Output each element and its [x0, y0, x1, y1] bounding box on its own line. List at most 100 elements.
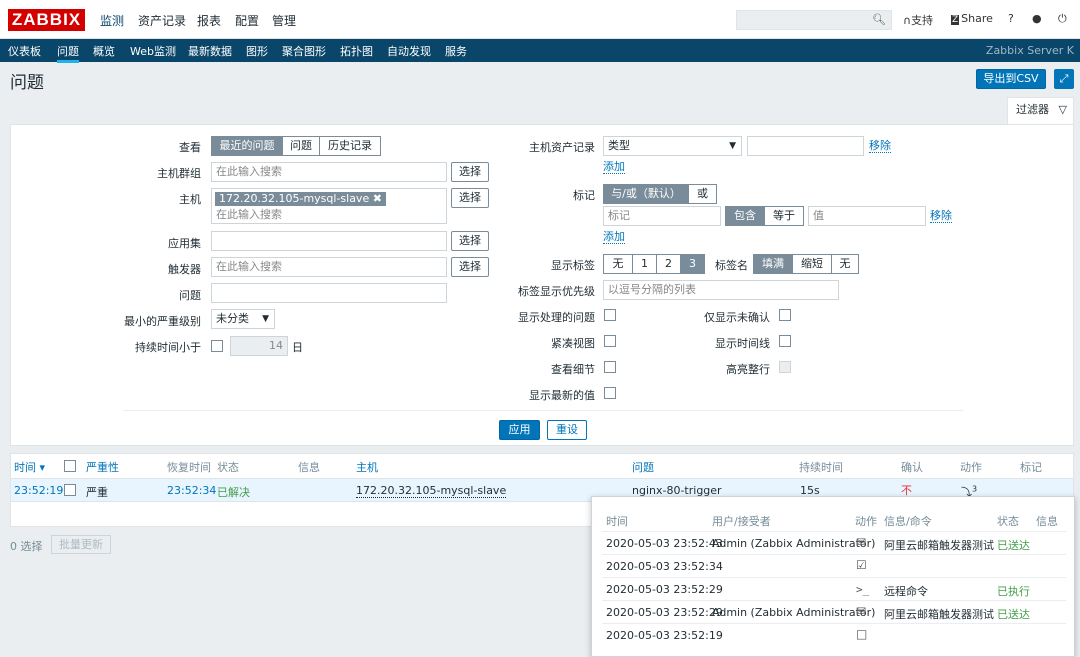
tag-name-input[interactable]: 标记: [603, 206, 721, 226]
host-group-input[interactable]: 在此输入搜索: [211, 162, 447, 182]
zabbix-logo[interactable]: ZABBIX: [8, 9, 85, 31]
export-csv-button[interactable]: 导出到CSV: [976, 69, 1046, 89]
age-days-input[interactable]: 14: [230, 336, 288, 356]
row-host-link[interactable]: 172.20.32.105-mysql-slave: [356, 484, 507, 498]
menu-inventory[interactable]: 资产记录: [138, 12, 186, 29]
min-severity-select[interactable]: 未分类 ▼: [211, 309, 275, 329]
details-checkbox[interactable]: [604, 361, 616, 373]
col-host[interactable]: 主机: [356, 459, 378, 475]
popup-row-time: 2020-05-03 23:52:43: [606, 537, 723, 550]
fullscreen-icon[interactable]: ⤢: [1054, 69, 1074, 89]
menu-reports[interactable]: 报表: [197, 12, 221, 29]
view-problems[interactable]: 问题: [282, 136, 320, 156]
tags-or-option[interactable]: 或: [688, 184, 717, 204]
mass-update-button[interactable]: 批量更新: [51, 535, 111, 554]
unack-only-checkbox[interactable]: [779, 309, 791, 321]
tag-remove-link[interactable]: 移除: [930, 209, 952, 223]
col-time[interactable]: 时间 ▾: [14, 459, 45, 475]
submenu-problems[interactable]: 问题: [57, 43, 79, 63]
tag-name-short[interactable]: 缩短: [792, 254, 832, 274]
application-label: 应用集: [168, 237, 201, 250]
trigger-input[interactable]: 在此输入搜索: [211, 257, 447, 277]
help-link[interactable]: ?: [1008, 12, 1014, 25]
popup-col-message: 信息/命令: [884, 515, 932, 528]
support-link[interactable]: ∩支持: [903, 12, 933, 28]
selected-count: 0 选择: [10, 540, 43, 553]
share-link[interactable]: Z Share: [951, 12, 993, 25]
tags-and-or-option[interactable]: 与/或（默认）: [603, 184, 689, 204]
latest-values-checkbox[interactable]: [604, 387, 616, 399]
application-input[interactable]: [211, 231, 447, 251]
remove-tag-icon[interactable]: ✖: [373, 192, 382, 205]
popup-row: 2020-05-03 23:52:43 Admin (Zabbix Admini…: [602, 531, 1066, 554]
reset-button[interactable]: 重设: [547, 420, 587, 440]
show-tags-1[interactable]: 1: [632, 254, 657, 274]
global-search-input[interactable]: 🔍︎: [736, 10, 892, 30]
submenu-latest-data[interactable]: 最新数据: [188, 43, 232, 59]
popup-row-status: 已送达: [997, 608, 1030, 621]
age-checkbox[interactable]: [211, 340, 223, 352]
view-recent-problems[interactable]: 最近的问题: [211, 136, 283, 156]
trigger-select-button[interactable]: 选择: [451, 257, 489, 277]
col-status: 状态: [217, 461, 239, 474]
col-severity[interactable]: 严重性: [86, 459, 119, 475]
search-icon[interactable]: 🔍︎: [872, 13, 886, 26]
submenu-maps[interactable]: 拓扑图: [340, 43, 373, 59]
submenu-overview[interactable]: 概览: [93, 43, 115, 59]
submenu-dashboard[interactable]: 仪表板: [8, 43, 41, 59]
submenu-web[interactable]: Web监测: [130, 43, 176, 59]
show-suppressed-label: 显示处理的问题: [518, 311, 595, 324]
share-z-icon: Z: [951, 15, 960, 25]
user-profile-icon[interactable]: ●: [1032, 12, 1042, 25]
col-tags: 标记: [1020, 461, 1042, 474]
highlight-row-checkbox[interactable]: [779, 361, 791, 373]
menu-administration[interactable]: 管理: [272, 12, 296, 29]
row-checkbox[interactable]: [64, 484, 76, 496]
mail-icon: ✉: [856, 604, 867, 618]
inventory-remove-link[interactable]: 移除: [869, 139, 891, 153]
compact-view-checkbox[interactable]: [604, 335, 616, 347]
tag-add-link[interactable]: 添加: [603, 230, 625, 244]
tag-name-full[interactable]: 填满: [753, 254, 793, 274]
show-tags-none[interactable]: 无: [603, 254, 633, 274]
host-select-button[interactable]: 选择: [451, 188, 489, 208]
problem-input[interactable]: [211, 283, 447, 303]
tag-operator-contains[interactable]: 包含: [725, 206, 765, 226]
application-select-button[interactable]: 选择: [451, 231, 489, 251]
col-actions: 动作: [960, 461, 982, 474]
popup-row-time: 2020-05-03 23:52:19: [606, 629, 723, 642]
submenu-discovery[interactable]: 自动发现: [387, 43, 431, 59]
popup-row: 2020-05-03 23:52:29 >_ 远程命令 已执行: [602, 577, 1066, 600]
tag-operator-equals[interactable]: 等于: [764, 206, 804, 226]
show-tags-2[interactable]: 2: [656, 254, 681, 274]
apply-button[interactable]: 应用: [499, 420, 540, 440]
show-tags-3[interactable]: 3: [680, 254, 705, 274]
show-suppressed-checkbox[interactable]: [604, 309, 616, 321]
submenu-screens[interactable]: 聚合图形: [282, 43, 326, 59]
host-group-select-button[interactable]: 选择: [451, 162, 489, 182]
row-recovery-time-link[interactable]: 23:52:34: [167, 484, 216, 497]
min-severity-label: 最小的严重级别: [124, 315, 201, 328]
logout-icon[interactable]: ⏻: [1058, 12, 1067, 26]
submenu-services[interactable]: 服务: [445, 43, 467, 59]
row-time-link[interactable]: 23:52:19: [14, 484, 63, 497]
inventory-value-input[interactable]: [747, 136, 864, 156]
unack-only-label: 仅显示未确认: [704, 311, 770, 324]
tag-priority-input[interactable]: 以逗号分隔的列表: [603, 280, 839, 300]
tag-value-input[interactable]: 值: [808, 206, 926, 226]
view-history[interactable]: 历史记录: [319, 136, 381, 156]
filter-tab[interactable]: 过滤器 ▽: [1007, 97, 1074, 124]
popup-col-status: 状态: [997, 515, 1019, 528]
funnel-icon: ▽: [1058, 103, 1067, 116]
timeline-checkbox[interactable]: [779, 335, 791, 347]
menu-monitoring[interactable]: 监测: [100, 12, 124, 29]
popup-col-time: 时间: [606, 515, 628, 528]
host-input[interactable]: 172.20.32.105-mysql-slave ✖ 在此输入搜索: [211, 188, 447, 224]
select-all-checkbox[interactable]: [64, 460, 76, 472]
col-problem[interactable]: 问题: [632, 459, 654, 475]
menu-configuration[interactable]: 配置: [235, 12, 259, 29]
inventory-add-link[interactable]: 添加: [603, 160, 625, 174]
tag-name-none[interactable]: 无: [831, 254, 859, 274]
inventory-type-select[interactable]: 类型 ▼: [603, 136, 742, 156]
submenu-graphs[interactable]: 图形: [246, 43, 268, 59]
